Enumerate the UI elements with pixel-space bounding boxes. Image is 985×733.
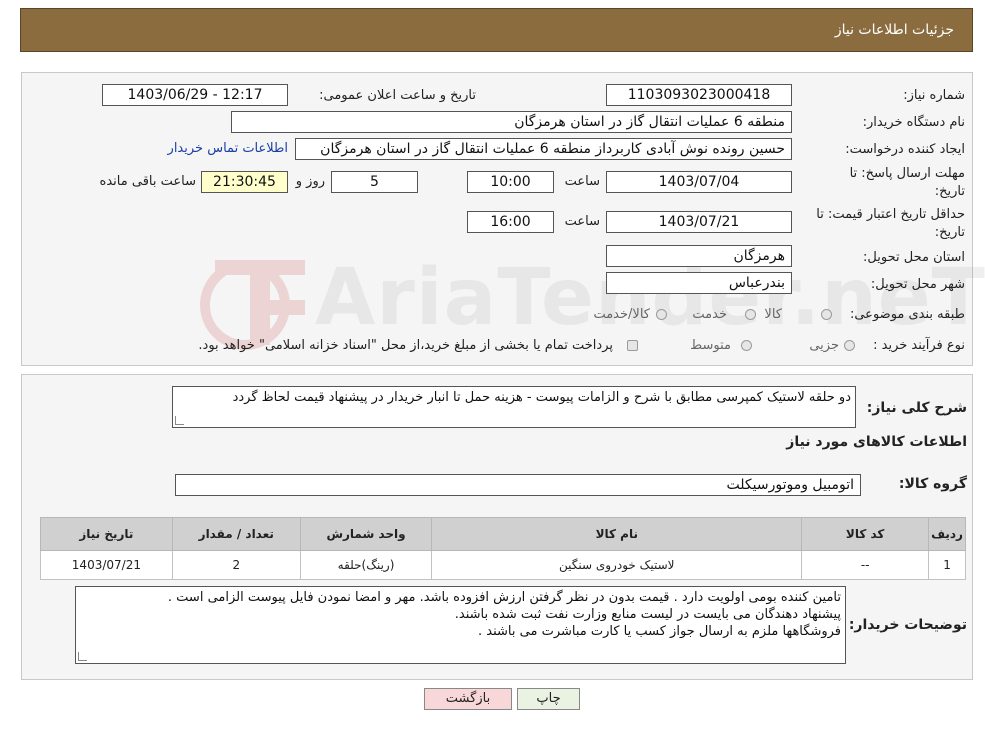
process-option-minor: جزیی <box>809 338 839 353</box>
cell-unit: (رینگ)حلقه <box>299 550 433 580</box>
goods-section-title: اطلاعات کالاهای مورد نیاز <box>786 434 967 450</box>
process-radio-minor[interactable] <box>844 340 855 351</box>
announce-label: تاریخ و ساعت اعلان عمومی: <box>319 88 476 103</box>
creator-label: ایجاد کننده درخواست: <box>845 142 965 157</box>
cell-item-name: لاستیک خودروی سنگین <box>431 550 803 580</box>
category-option-goods: کالا <box>764 307 782 322</box>
city-label: شهر محل تحویل: <box>870 277 965 292</box>
cell-quantity: 2 <box>171 550 301 580</box>
col-quantity: تعداد / مقدار <box>171 517 301 551</box>
deadline-date-field: 1403/07/04 <box>606 171 792 193</box>
cell-row-number: 1 <box>928 550 966 580</box>
col-row-number: ردیف <box>928 517 966 551</box>
description-textarea[interactable]: دو حلقه لاستیک کمپرسی مطابق با شرح و الز… <box>172 386 856 428</box>
col-item-code: کد کالا <box>801 517 930 551</box>
category-label: طبقه بندی موضوعی: <box>849 307 965 322</box>
goods-group-field: اتومبیل وموتورسیکلت <box>175 474 861 496</box>
process-radio-medium[interactable] <box>741 340 752 351</box>
days-label: روز و <box>295 174 325 189</box>
goods-group-label: گروه کالا: <box>898 476 967 492</box>
resize-handle-icon[interactable] <box>175 416 184 425</box>
buyer-contact-link[interactable]: اطلاعات تماس خریدار <box>168 141 288 156</box>
category-option-goods-service: کالا/خدمت <box>593 307 650 322</box>
table-row: 1 -- لاستیک خودروی سنگین (رینگ)حلقه 2 14… <box>40 550 966 580</box>
announce-value: 1403/06/29 - 12:17 <box>127 87 263 103</box>
deadline-label-line2: تاریخ: <box>934 184 965 199</box>
category-radio-service[interactable] <box>745 309 756 320</box>
validity-time-field: 16:00 <box>467 211 554 233</box>
buyer-notes-line2: پیشنهاد دهندگان می بایست در لیست منابع و… <box>454 607 841 622</box>
process-label: نوع فرآیند خرید : <box>873 338 965 353</box>
category-radio-goods-service[interactable] <box>656 309 667 320</box>
category-radio-goods[interactable] <box>821 309 832 320</box>
buyer-notes-textarea[interactable]: تامین کننده بومی اولویت دارد . قیمت بدون… <box>75 586 846 664</box>
remaining-time-field: 21:30:45 <box>201 171 288 193</box>
validity-time-label: ساعت <box>564 214 600 229</box>
description-text: دو حلقه لاستیک کمپرسی مطابق با شرح و الز… <box>232 390 851 405</box>
back-button[interactable]: بازگشت <box>424 688 512 710</box>
buyer-notes-label: توضیحات خریدار: <box>848 617 967 633</box>
validity-date-field: 1403/07/21 <box>606 211 792 233</box>
col-unit: واحد شمارش <box>299 517 433 551</box>
buyer-notes-line1: تامین کننده بومی اولویت دارد . قیمت بدون… <box>167 590 841 605</box>
col-item-name: نام کالا <box>431 517 803 551</box>
page-header: جزئیات اطلاعات نیاز <box>20 8 973 52</box>
province-label: استان محل تحویل: <box>863 250 965 265</box>
description-label: شرح کلی نیاز: <box>866 400 967 416</box>
resize-handle-icon[interactable] <box>78 652 87 661</box>
goods-table: ردیف کد کالا نام کالا واحد شمارش تعداد /… <box>40 517 966 580</box>
cell-need-date: 1403/07/21 <box>40 550 173 580</box>
validity-label-line1: حداقل تاریخ اعتبار قیمت: تا <box>816 207 965 222</box>
province-field: هرمزگان <box>606 245 792 267</box>
process-treasury-checkbox[interactable] <box>627 340 638 351</box>
page-title: جزئیات اطلاعات نیاز <box>834 22 954 38</box>
need-number-field: 1103093023000418 <box>606 84 792 106</box>
city-field: بندرعباس <box>606 272 792 294</box>
buyer-notes-line3: فروشگاهها ملزم به ارسال جواز کسب یا کارت… <box>478 624 841 639</box>
remaining-days-field: 5 <box>331 171 418 193</box>
announce-field: 1403/06/29 - 12:17 <box>102 84 288 106</box>
need-number-label: شماره نیاز: <box>903 88 965 103</box>
col-need-date: تاریخ نیاز <box>40 517 173 551</box>
validity-label-line2: تاریخ: <box>934 225 965 240</box>
buyer-org-label: نام دستگاه خریدار: <box>862 115 965 130</box>
goods-table-header-row: ردیف کد کالا نام کالا واحد شمارش تعداد /… <box>40 517 966 551</box>
remaining-label: ساعت باقی مانده <box>99 174 196 189</box>
cell-item-code: -- <box>801 550 930 580</box>
category-option-service: خدمت <box>692 307 727 322</box>
print-button[interactable]: چاپ <box>517 688 580 710</box>
buyer-org-field: منطقه 6 عملیات انتقال گاز در استان هرمزگ… <box>231 111 792 133</box>
deadline-time-label: ساعت <box>564 174 600 189</box>
deadline-time-field: 10:00 <box>467 171 554 193</box>
deadline-label-line1: مهلت ارسال پاسخ: تا <box>849 166 965 181</box>
creator-field: حسین رونده نوش آبادی کاربرداز منطقه 6 عم… <box>295 138 792 160</box>
process-option-medium: متوسط <box>690 338 731 353</box>
process-note: پرداخت تمام یا بخشی از مبلغ خرید،از محل … <box>198 338 613 353</box>
